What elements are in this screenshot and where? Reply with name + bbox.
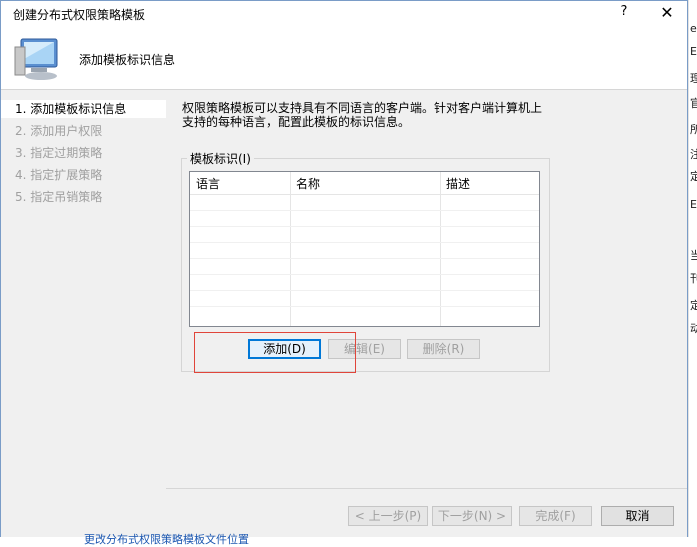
row-divider xyxy=(190,306,539,307)
delete-button[interactable]: 删除(R) xyxy=(407,339,480,359)
group-label: 模板标识(I) xyxy=(187,150,254,167)
window-title: 创建分布式权限策略模板 xyxy=(13,8,146,22)
cancel-button[interactable]: 取消 xyxy=(601,506,674,526)
step-revocation-policy: 5. 指定吊销策略 xyxy=(15,190,103,204)
wizard-header: 添加模板标识信息 xyxy=(1,27,687,90)
column-header-description[interactable]: 描述 xyxy=(446,175,470,192)
background-char: e xyxy=(690,22,697,35)
wizard-main-panel: 权限策略模板可以支持具有不同语言的客户端。针对客户端计算机上 支持的每种语言，配… xyxy=(166,90,687,537)
row-divider xyxy=(190,210,539,211)
row-divider xyxy=(190,258,539,259)
background-char: 官 xyxy=(690,97,697,110)
background-char: 定 xyxy=(690,299,697,312)
highlight-annotation xyxy=(194,332,356,373)
back-button[interactable]: < 上一步(P) xyxy=(348,506,428,526)
page-description: 权限策略模板可以支持具有不同语言的客户端。针对客户端计算机上 支持的每种语言，配… xyxy=(182,101,572,129)
row-divider xyxy=(190,290,539,291)
column-divider xyxy=(290,172,291,326)
column-divider xyxy=(440,172,441,326)
wizard-steps: 1. 添加模板标识信息 2. 添加用户权限 3. 指定过期策略 4. 指定扩展策… xyxy=(1,90,166,537)
background-char: 理 xyxy=(690,72,697,85)
background-window-strip: e E 理 官 所 注 定 E 当 刊 定 动 xyxy=(688,0,697,546)
background-char: 动 xyxy=(690,322,697,335)
computer-monitor-icon xyxy=(14,38,58,80)
background-char: E xyxy=(690,198,697,211)
header-title: 添加模板标识信息 xyxy=(79,53,176,67)
footer-divider xyxy=(166,488,687,489)
step-add-identity[interactable]: 1. 添加模板标识信息 xyxy=(1,100,166,118)
step-expiration-policy: 3. 指定过期策略 xyxy=(15,146,103,160)
background-char: 定 xyxy=(690,170,697,183)
description-line: 支持的每种语言，配置此模板的标识信息。 xyxy=(182,115,411,129)
list-header: 语言 名称 描述 xyxy=(190,172,539,195)
wizard-dialog: 创建分布式权限策略模板 ? ✕ 添加模板标识信息 1. 添加模板标识信息 2. … xyxy=(0,0,688,537)
column-header-language[interactable]: 语言 xyxy=(196,175,220,192)
background-char: 当 xyxy=(690,249,697,262)
title-bar[interactable]: 创建分布式权限策略模板 ? ✕ xyxy=(1,1,687,27)
row-divider xyxy=(190,226,539,227)
next-button[interactable]: 下一步(N) > xyxy=(432,506,512,526)
row-divider xyxy=(190,274,539,275)
step-add-user-rights: 2. 添加用户权限 xyxy=(15,124,103,138)
finish-button[interactable]: 完成(F) xyxy=(519,506,592,526)
background-char: 所 xyxy=(690,123,697,136)
step-extended-policy: 4. 指定扩展策略 xyxy=(15,168,103,182)
description-line: 权限策略模板可以支持具有不同语言的客户端。针对客户端计算机上 xyxy=(182,101,543,115)
background-char: E xyxy=(690,45,697,58)
row-divider xyxy=(190,242,539,243)
help-button[interactable]: ? xyxy=(613,4,635,24)
background-char: 注 xyxy=(690,148,697,161)
background-window-bottom: 更改分布式权限策略模板文件位置 xyxy=(0,533,697,546)
close-button[interactable]: ✕ xyxy=(653,3,681,25)
column-header-name[interactable]: 名称 xyxy=(296,175,320,192)
background-char: 刊 xyxy=(690,272,697,285)
background-link: 更改分布式权限策略模板文件位置 xyxy=(84,533,249,546)
identity-list[interactable]: 语言 名称 描述 xyxy=(189,171,540,327)
